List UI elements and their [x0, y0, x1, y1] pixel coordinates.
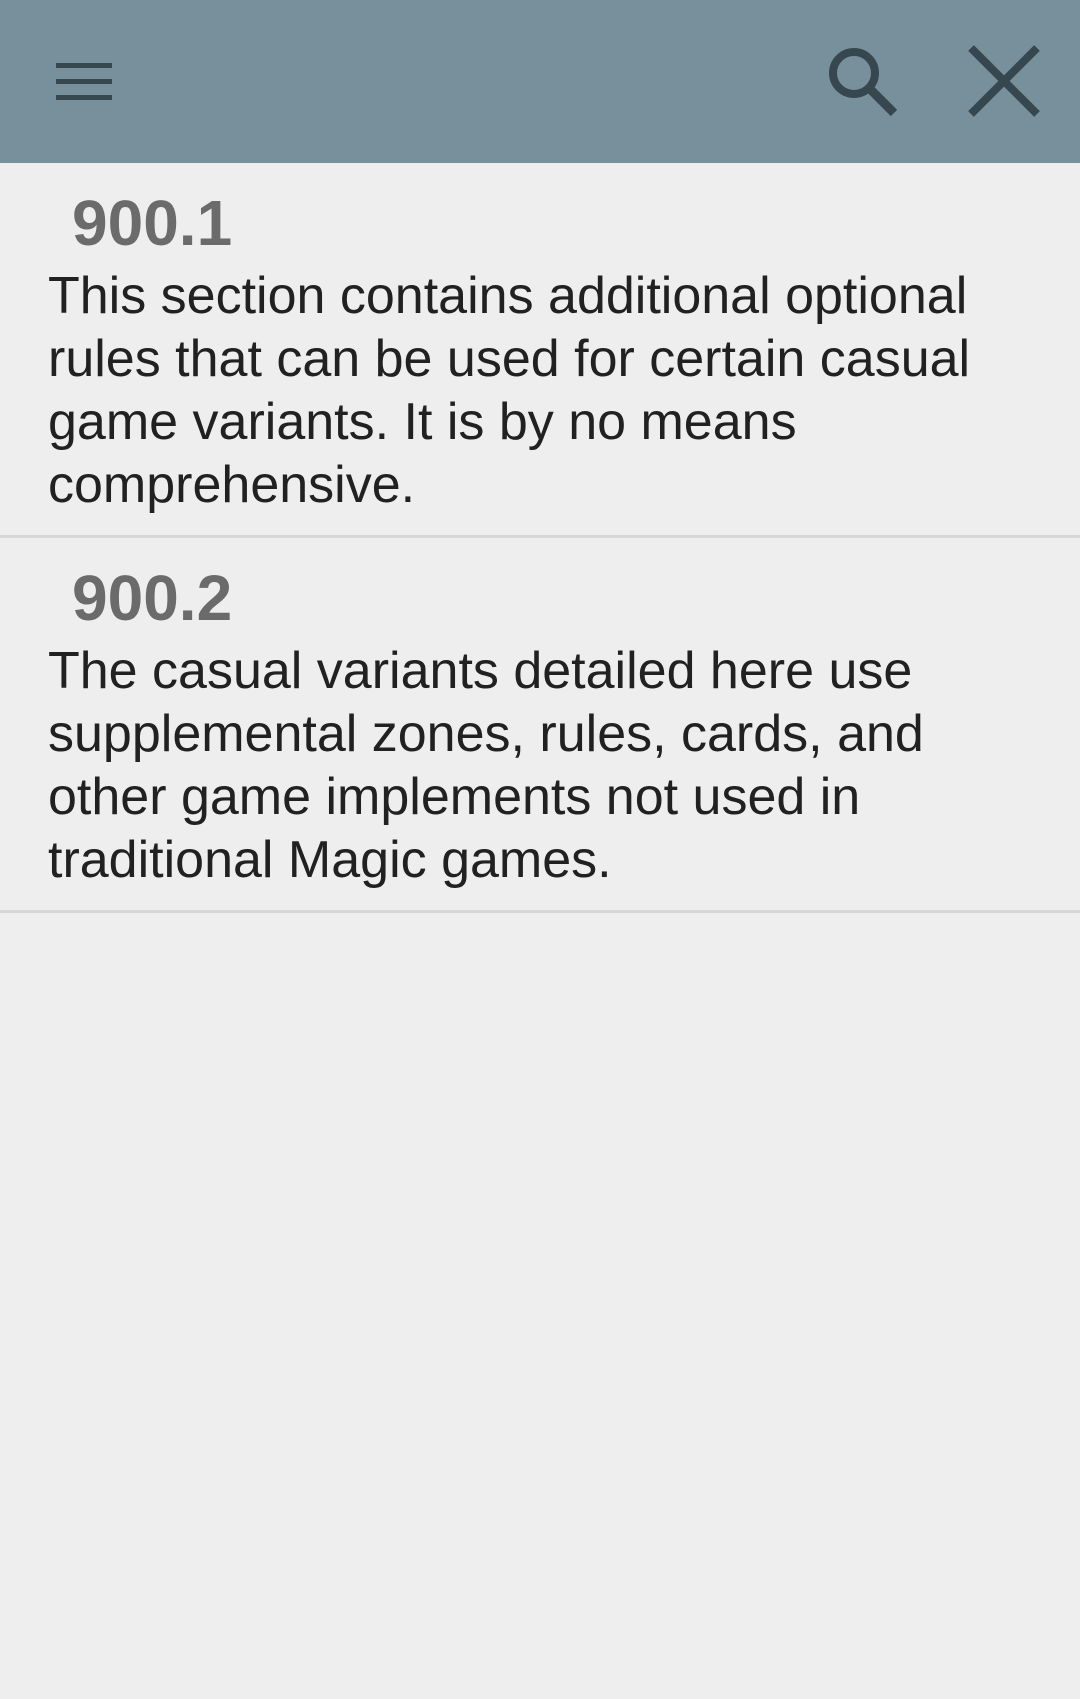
rule-number: 900.2	[72, 562, 233, 634]
hamburger-menu-icon	[56, 63, 112, 100]
search-button[interactable]	[808, 27, 916, 135]
rules-list: 900.1 This section contains additional o…	[0, 163, 1080, 913]
rule-item-900-2[interactable]: 900.2 The casual variants detailed here …	[0, 538, 1080, 913]
menu-button[interactable]	[30, 27, 138, 135]
close-button[interactable]	[950, 27, 1058, 135]
search-icon	[829, 48, 898, 117]
close-icon	[968, 45, 1040, 117]
rule-item-900-1[interactable]: 900.1 This section contains additional o…	[0, 163, 1080, 538]
rule-number: 900.1	[72, 187, 233, 259]
app-toolbar	[0, 0, 1080, 163]
rule-text: The casual variants detailed here use su…	[48, 642, 924, 889]
rule-text: This section contains additional optiona…	[48, 267, 971, 514]
